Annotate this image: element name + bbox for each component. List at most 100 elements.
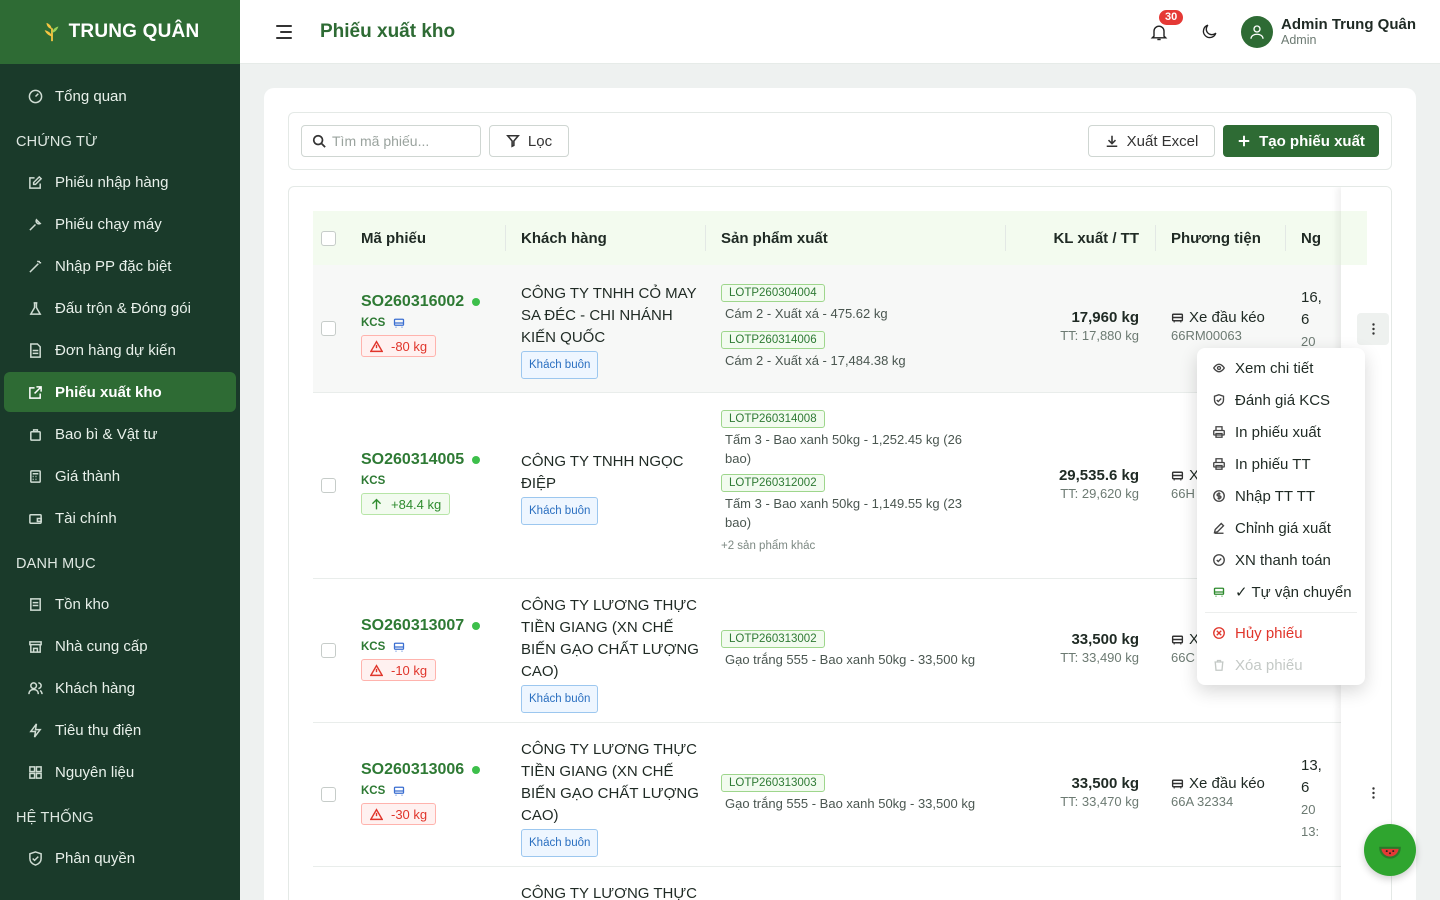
table-row[interactable]: SO260313006 KCS -30 kg CÔNG TY LƯƠNG THỰ… — [313, 723, 1367, 867]
menu-item-edit-price[interactable]: Chỉnh giá xuất — [1197, 512, 1365, 544]
more-products-link[interactable]: +2 sản phẩm khác — [721, 540, 991, 552]
status-dot — [472, 456, 481, 464]
car-icon — [1171, 779, 1184, 789]
vehicle-cell: Xe đầu kéo 66A 32334 — [1171, 775, 1265, 809]
row-checkbox[interactable] — [321, 321, 336, 336]
menu-item-view-detail[interactable]: Xem chi tiết — [1197, 352, 1365, 384]
row-checkbox[interactable] — [321, 478, 336, 493]
select-all-checkbox[interactable] — [321, 230, 336, 246]
export-excel-button[interactable]: Xuất Excel — [1088, 125, 1215, 157]
rice-logo-icon — [44, 22, 59, 42]
brand[interactable]: TRUNG QUÂN — [0, 0, 240, 64]
sidebar-item-nguyen-lieu[interactable]: Nguyên liệu — [4, 752, 236, 792]
products-cell: LOTP260304004 Cám 2 - Xuất xá - 475.62 k… — [721, 283, 991, 370]
warning-icon — [370, 339, 383, 352]
kcs-label: KCS — [361, 475, 386, 487]
weight-value: 29,535.6 kg — [1058, 467, 1139, 484]
x-circle-icon — [1213, 627, 1225, 639]
menu-toggle-icon[interactable] — [276, 24, 292, 39]
order-code[interactable]: SO260313006 — [361, 761, 481, 779]
product-desc: Tấm 3 - Bao xanh 50kg - 1,149.55 kg (23 … — [725, 496, 963, 530]
order-code[interactable]: SO260314005 — [361, 451, 481, 469]
menu-item-confirm-payment[interactable]: XN thanh toán — [1197, 544, 1365, 576]
dark-mode-toggle[interactable] — [1197, 20, 1221, 44]
plus-icon — [1238, 135, 1250, 147]
date-cell: 13, 6 20 13: — [1301, 755, 1322, 843]
floating-watermelon-button[interactable] — [1364, 824, 1416, 876]
sidebar-item-don-hang-du-kien[interactable]: Đơn hàng dự kiến — [4, 330, 236, 370]
sidebar-item-nhap-pp-dac-biet[interactable]: Nhập PP đặc biệt — [4, 246, 236, 286]
download-icon — [1106, 135, 1117, 148]
arrow-up-icon — [371, 498, 382, 509]
weight-value: 33,500 kg — [1071, 631, 1139, 648]
trash-icon — [1214, 659, 1224, 671]
sidebar-item-nha-cung-cap[interactable]: Nhà cung cấp — [4, 626, 236, 666]
customer-tag: Khách buôn — [521, 829, 599, 857]
avatar[interactable] — [1241, 15, 1273, 48]
vehicle-type: Xe đầu kéo — [1189, 309, 1265, 326]
customer-name: CÔNG TY LƯƠNG THỰC TIỀN GIANG (XN CHẾ BI… — [521, 741, 699, 824]
sidebar-item-gia-thanh[interactable]: Giá thành — [4, 456, 236, 496]
menu-item-self-transport[interactable]: ✓ Tự vận chuyển — [1197, 576, 1365, 608]
sidebar-item-phan-quyen[interactable]: Phân quyền — [4, 838, 236, 878]
create-export-button[interactable]: Tạo phiếu xuất — [1223, 125, 1379, 157]
column-header[interactable]: Ng — [1301, 211, 1321, 265]
lot-tag: LOTP260304004 — [721, 284, 825, 302]
row-checkbox[interactable] — [321, 643, 336, 658]
product-desc: Gạo trắng 555 - Bao xanh 50kg - 33,500 k… — [725, 796, 976, 811]
column-header[interactable]: Mã phiếu — [361, 211, 426, 265]
sidebar-item-label: Bao bì & Vật tư — [55, 425, 158, 443]
row-actions-button[interactable] — [1357, 777, 1389, 809]
tt-value: TT: 17,880 kg — [1060, 328, 1139, 343]
bell-icon — [1150, 25, 1168, 40]
column-header[interactable]: Sản phẩm xuất — [721, 211, 828, 265]
notification-button[interactable]: 30 — [1149, 9, 1184, 44]
sidebar-item-khach-hang[interactable]: Khách hàng — [4, 668, 236, 708]
sidebar-item-phieu-chay-may[interactable]: Phiếu chạy máy — [4, 204, 236, 244]
sidebar-item-bao-bi[interactable]: Bao bì & Vật tư — [4, 414, 236, 454]
users-icon — [28, 681, 43, 694]
row-actions-button[interactable] — [1357, 313, 1389, 345]
products-cell: LOTP260313003 Gạo trắng 555 - Bao xanh 5… — [721, 773, 991, 813]
menu-item-print-export[interactable]: In phiếu xuất — [1197, 416, 1365, 448]
sidebar-item-tai-chinh[interactable]: Tài chính — [4, 498, 236, 538]
brand-name: TRUNG QUÂN — [68, 21, 200, 42]
column-header[interactable]: Phương tiện — [1171, 211, 1261, 265]
customer-tag: Khách buôn — [521, 497, 599, 525]
weight-cell: 33,500 kg TT: 33,470 kg — [1005, 775, 1139, 809]
customer-cell: CÔNG TY LƯƠNG THỰC TIỀN GIANG (XN CHẾ BI… — [521, 739, 701, 857]
menu-item-cancel[interactable]: Hủy phiếu — [1197, 617, 1365, 649]
column-header[interactable]: Khách hàng — [521, 211, 607, 265]
sidebar-item-dau-tron[interactable]: Đấu trộn & Đóng gói — [4, 288, 236, 328]
pencil-icon — [1213, 522, 1225, 534]
order-code[interactable]: SO260316002 — [361, 293, 481, 311]
menu-item-kcs-review[interactable]: Đánh giá KCS — [1197, 384, 1365, 416]
sidebar-item-phieu-xuat-kho[interactable]: Phiếu xuất kho — [4, 372, 236, 412]
search-input[interactable] — [332, 133, 472, 149]
table-row[interactable]: CÔNG TY LƯƠNG THỰC — [313, 867, 1367, 900]
vehicle-cell: X 66H — [1171, 467, 1199, 501]
tool-icon — [29, 218, 42, 231]
nav-section-title: DANH MỤC — [16, 556, 96, 572]
weight-diff-badge: -10 kg — [361, 659, 437, 681]
sidebar-item-tieu-thu-dien[interactable]: Tiêu thụ điện — [4, 710, 236, 750]
search-box[interactable] — [301, 125, 481, 157]
user-info[interactable]: Admin Trung Quân Admin — [1281, 16, 1416, 48]
product-desc: Cám 2 - Xuất xá - 17,484.38 kg — [725, 353, 906, 368]
grid-icon — [29, 765, 42, 779]
row-checkbox[interactable] — [321, 787, 336, 802]
sidebar-item-tong-quan[interactable]: Tổng quan — [4, 76, 236, 116]
customer-name: CÔNG TY TNHH NGỌC ĐIỆP — [521, 453, 684, 492]
kcs-label: KCS — [361, 317, 480, 329]
date-line: 13: — [1301, 824, 1320, 839]
sidebar-item-phieu-nhap-hang[interactable]: Phiếu nhập hàng — [4, 162, 236, 202]
filter-button[interactable]: Lọc — [489, 125, 569, 157]
product-desc: Gạo trắng 555 - Bao xanh 50kg - 33,500 k… — [725, 652, 976, 667]
menu-item-print-tt[interactable]: In phiếu TT — [1197, 448, 1365, 480]
sidebar-item-ton-kho[interactable]: Tồn kho — [4, 584, 236, 624]
order-code[interactable]: SO260313007 — [361, 617, 481, 635]
menu-item-enter-tt[interactable]: Nhập TT TT — [1197, 480, 1365, 512]
row-actions-menu: Xem chi tiết Đánh giá KCS In phiếu xuất … — [1197, 348, 1365, 685]
column-header[interactable]: KL xuất / TT — [1053, 211, 1139, 265]
dashboard-icon — [28, 89, 43, 103]
